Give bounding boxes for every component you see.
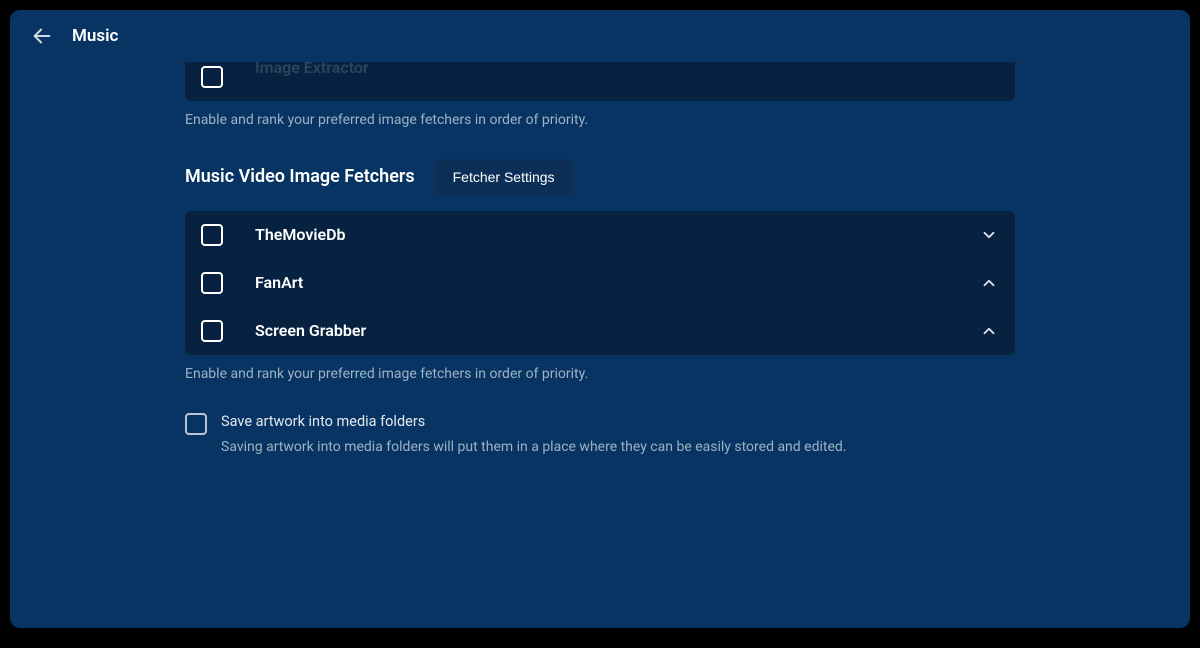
fetcher-checkbox[interactable] [201,320,223,342]
chevron-up-icon [980,322,998,340]
settings-window: Music Image Extractor Enable and rank yo… [10,10,1190,628]
arrow-left-icon [31,25,53,47]
fetcher-row-image-extractor[interactable]: Image Extractor [185,62,1015,101]
section-header: Music Video Image Fetchers Fetcher Setti… [185,159,1015,195]
option-text: Save artwork into media folders Saving a… [221,412,846,458]
fetcher-settings-button[interactable]: Fetcher Settings [435,159,573,195]
content-inner: Image Extractor Enable and rank your pre… [185,62,1015,458]
fetcher-checkbox[interactable] [201,224,223,246]
move-down-button[interactable] [979,225,999,245]
help-text: Enable and rank your preferred image fet… [185,111,1015,131]
chevron-up-icon [980,274,998,292]
fetcher-label: Screen Grabber [255,321,947,340]
fetcher-label: FanArt [255,273,947,292]
fetcher-checkbox[interactable] [201,66,223,88]
content-area[interactable]: Image Extractor Enable and rank your pre… [10,62,1190,628]
fetcher-row-fanart[interactable]: FanArt [185,259,1015,307]
fetcher-label: Image Extractor [255,62,999,77]
music-video-fetchers-panel: TheMovieDb FanArt [185,211,1015,355]
save-artwork-label: Save artwork into media folders [221,412,846,432]
previous-fetchers-panel: Image Extractor [185,62,1015,101]
section-title: Music Video Image Fetchers [185,166,415,187]
fetcher-row-themoviedb[interactable]: TheMovieDb [185,211,1015,259]
back-button[interactable] [30,24,54,48]
move-up-button[interactable] [979,273,999,293]
page-header: Music [10,10,1190,62]
move-up-button[interactable] [979,321,999,341]
fetcher-label: TheMovieDb [255,225,947,244]
fetcher-row-screen-grabber[interactable]: Screen Grabber [185,307,1015,355]
save-artwork-option[interactable]: Save artwork into media folders Saving a… [185,412,1015,458]
page-title: Music [72,26,118,46]
save-artwork-checkbox[interactable] [185,413,207,435]
save-artwork-description: Saving artwork into media folders will p… [221,438,846,458]
fetcher-checkbox[interactable] [201,272,223,294]
chevron-down-icon [980,226,998,244]
help-text: Enable and rank your preferred image fet… [185,365,1015,385]
